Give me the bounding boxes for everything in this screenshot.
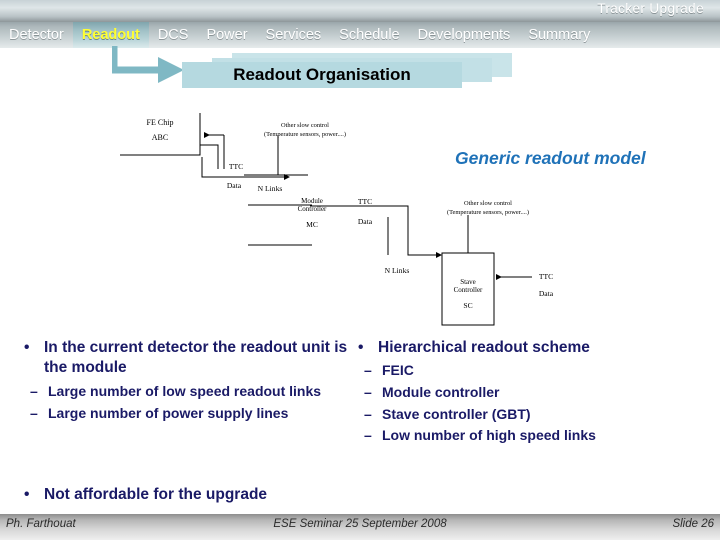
diagram-label-stave-controller-abbr: SC — [463, 301, 472, 310]
bullet-right-main: • Hierarchical readout scheme — [352, 338, 708, 358]
bullet-marker: • — [24, 339, 30, 356]
bullet-right-sub-4: – Low number of high speed links — [352, 426, 708, 445]
diagram-label-module-controller-abbr: MC — [306, 220, 318, 229]
sub-bullet-marker: – — [364, 362, 372, 379]
nav-tab-services[interactable]: Services — [257, 22, 331, 48]
bullet-right-sub-2: – Module controller — [352, 383, 708, 402]
nav-tab-readout[interactable]: Readout — [72, 22, 149, 48]
sub-bullet-marker: – — [364, 427, 372, 444]
tab-to-title-arrow-icon — [112, 46, 184, 83]
nav-tab-developments[interactable]: Developments — [409, 22, 520, 48]
bullet-right-sub-4-text: Low number of high speed links — [382, 427, 596, 444]
nav-tab-schedule[interactable]: Schedule — [330, 22, 408, 48]
diagram-label-data-2: Data — [358, 217, 373, 226]
bullet-marker: • — [24, 486, 30, 503]
diagram-label-fe-chip-abbr: ABC — [152, 133, 168, 142]
bullet-bottom: • Not affordable for the upgrade — [18, 486, 438, 504]
diagram-label-module-controller-line1: Module — [301, 197, 323, 205]
navigation-tabs: Detector Readout DCS Power Services Sche… — [0, 22, 720, 48]
diagram-label-slow-control-1-line2: (Temperature sensors, power....) — [264, 131, 346, 138]
diagram-label-ttc-1: TTC — [229, 162, 243, 171]
diagram-label-slow-control-2-line2: (Temperature sensors, power....) — [447, 209, 529, 216]
bullet-left-sub-2: – Large number of power supply lines — [18, 404, 370, 423]
deck-title: Tracker Upgrade — [597, 1, 704, 16]
footer-slide-number: Slide 26 — [672, 518, 714, 530]
bullet-right-sub-1-text: FEIC — [382, 362, 414, 379]
bullet-column-left: • In the current detector the readout un… — [18, 338, 370, 422]
diagram-label-ttc-3: TTC — [539, 272, 553, 281]
sub-bullet-marker: – — [364, 405, 372, 422]
diagram-label-module-controller-line2: Controller — [298, 205, 327, 213]
diagram-label-fe-chip: FE Chip — [147, 118, 174, 127]
diagram-label-slow-control-1-line1: Other slow control — [281, 122, 329, 129]
bullet-bottom-text: Not affordable for the upgrade — [44, 486, 268, 503]
slide-title: Readout Organisation — [233, 65, 411, 84]
bullet-left-sub-2-text: Large number of power supply lines — [48, 404, 289, 421]
diagram-label-stave-controller-line1: Stave — [460, 278, 476, 286]
diagram-label-n-links-2: N Links — [385, 266, 410, 275]
nav-tab-summary[interactable]: Summary — [519, 22, 599, 48]
sub-bullet-marker: – — [30, 404, 38, 421]
bullet-left-main-text: In the current detector the readout unit… — [44, 339, 348, 377]
diagram-label-data-3: Data — [539, 289, 554, 298]
diagram-label-ttc-2: TTC — [358, 197, 372, 206]
bullet-marker: • — [358, 339, 364, 356]
diagram-label-data-1: Data — [227, 181, 242, 190]
sub-bullet-marker: – — [364, 384, 372, 401]
bullet-right-sub-3-text: Stave controller (GBT) — [382, 405, 531, 422]
bullet-right-main-text: Hierarchical readout scheme — [378, 339, 590, 356]
bullet-left-main: • In the current detector the readout un… — [18, 338, 370, 379]
nav-tab-dcs[interactable]: DCS — [149, 22, 198, 48]
bullet-left-sub-1: – Large number of low speed readout link… — [18, 382, 370, 401]
readout-block-diagram: FE Chip ABC Other slow control (Temperat… — [120, 113, 554, 326]
sub-bullet-marker: – — [30, 382, 38, 399]
nav-tab-detector[interactable]: Detector — [0, 22, 73, 48]
bullet-left-sub-1-text: Large number of low speed readout links — [48, 382, 322, 399]
bullet-right-sub-1: – FEIC — [352, 361, 708, 380]
diagram-label-slow-control-2-line1: Other slow control — [464, 200, 512, 207]
diagram-label-n-links-1: N Links — [258, 184, 283, 193]
bullet-right-sub-2-text: Module controller — [382, 384, 500, 401]
bullet-column-right: • Hierarchical readout scheme – FEIC – M… — [352, 338, 708, 445]
nav-tab-power[interactable]: Power — [197, 22, 256, 48]
bullet-right-sub-3: – Stave controller (GBT) — [352, 405, 708, 424]
diagram-label-stave-controller-line2: Controller — [454, 286, 483, 294]
